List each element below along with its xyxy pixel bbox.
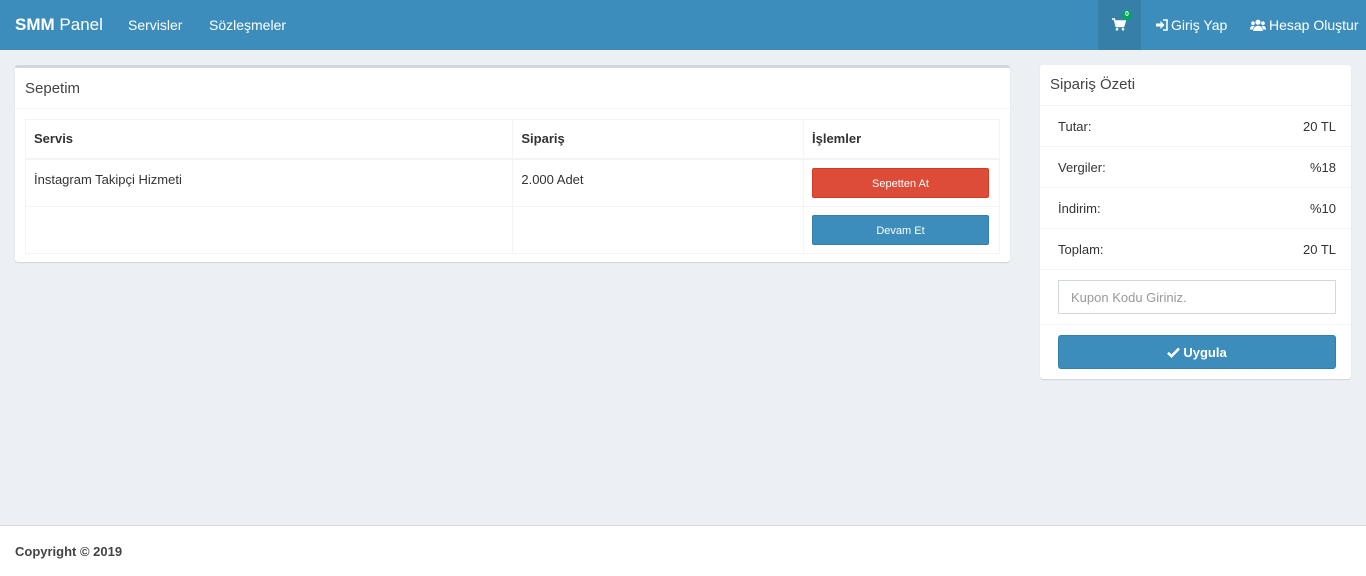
summary-value: 20 TL [1302, 119, 1336, 134]
continue-button[interactable]: Devam Et [812, 214, 989, 245]
cell-order: 2.000 Adet [512, 158, 804, 207]
top-navbar: SMM Panel Servisler Sözleşmeler 0 Giriş … [0, 0, 1366, 50]
summary-label: Vergiler: [1058, 160, 1106, 175]
order-summary-box: Sipariş Özeti Tutar: 20 TL Vergiler: %18… [1040, 65, 1351, 379]
brand-bold: SMM [15, 15, 55, 34]
table-row: İnstagram Takipçi Hizmeti 2.000 Adet Sep… [24, 158, 1000, 207]
summary-value: 20 TL [1302, 242, 1336, 257]
apply-section: Uygula [1040, 324, 1351, 379]
shopping-cart-icon [1112, 18, 1126, 31]
nav-link-servisler[interactable]: Servisler [128, 0, 182, 50]
summary-row-amount: Tutar: 20 TL [1040, 105, 1351, 146]
summary-label: Tutar: [1058, 119, 1092, 134]
cart-button[interactable]: 0 [1098, 0, 1141, 50]
users-icon [1250, 19, 1266, 31]
cart-title: Sepetim [15, 68, 1010, 109]
summary-row-discount: İndirim: %10 [1040, 187, 1351, 228]
cart-count-badge: 0 [1122, 10, 1132, 20]
sign-in-icon [1156, 19, 1168, 31]
cell-empty [24, 205, 514, 254]
footer-copyright: Copyright © 2019 [0, 525, 1366, 576]
cell-service: İnstagram Takipçi Hizmeti [24, 158, 514, 207]
nav-link-sozlesmeler[interactable]: Sözleşmeler [209, 0, 286, 50]
apply-label: Uygula [1183, 344, 1227, 360]
summary-row-total: Toplam: 20 TL [1040, 228, 1351, 269]
coupon-code-input[interactable] [1058, 280, 1336, 314]
cell-actions: Sepetten At [803, 158, 1000, 207]
summary-title: Sipariş Özeti [1050, 76, 1136, 93]
cell-empty [512, 205, 804, 254]
login-label: Giriş Yap [1171, 17, 1228, 33]
remove-from-cart-button[interactable]: Sepetten At [812, 168, 989, 198]
table-header-row: Servis Sipariş İşlemler [24, 119, 1000, 160]
column-header-order: Sipariş [512, 119, 804, 160]
brand-rest: Panel [54, 15, 103, 34]
summary-value: %10 [1309, 201, 1336, 216]
summary-label: Toplam: [1058, 242, 1104, 257]
brand-logo[interactable]: SMM Panel [15, 0, 103, 50]
table-row: Devam Et [24, 205, 1000, 254]
register-label: Hesap Oluştur [1269, 17, 1359, 33]
column-header-actions: İşlemler [803, 119, 1000, 160]
summary-value: %18 [1309, 160, 1336, 175]
register-link[interactable]: Hesap Oluştur [1250, 0, 1358, 50]
summary-label: İndirim: [1058, 201, 1101, 216]
coupon-section [1040, 269, 1351, 325]
apply-coupon-button[interactable]: Uygula [1058, 335, 1336, 369]
cart-table: Servis Sipariş İşlemler İnstagram Takipç… [24, 119, 1000, 254]
login-link[interactable]: Giriş Yap [1156, 0, 1227, 50]
cell-actions: Devam Et [803, 205, 1000, 254]
summary-row-taxes: Vergiler: %18 [1040, 146, 1351, 187]
check-icon [1167, 347, 1181, 358]
column-header-service: Servis [24, 119, 514, 160]
cart-box: Sepetim Servis Sipariş İşlemler İnstagra… [15, 65, 1010, 262]
